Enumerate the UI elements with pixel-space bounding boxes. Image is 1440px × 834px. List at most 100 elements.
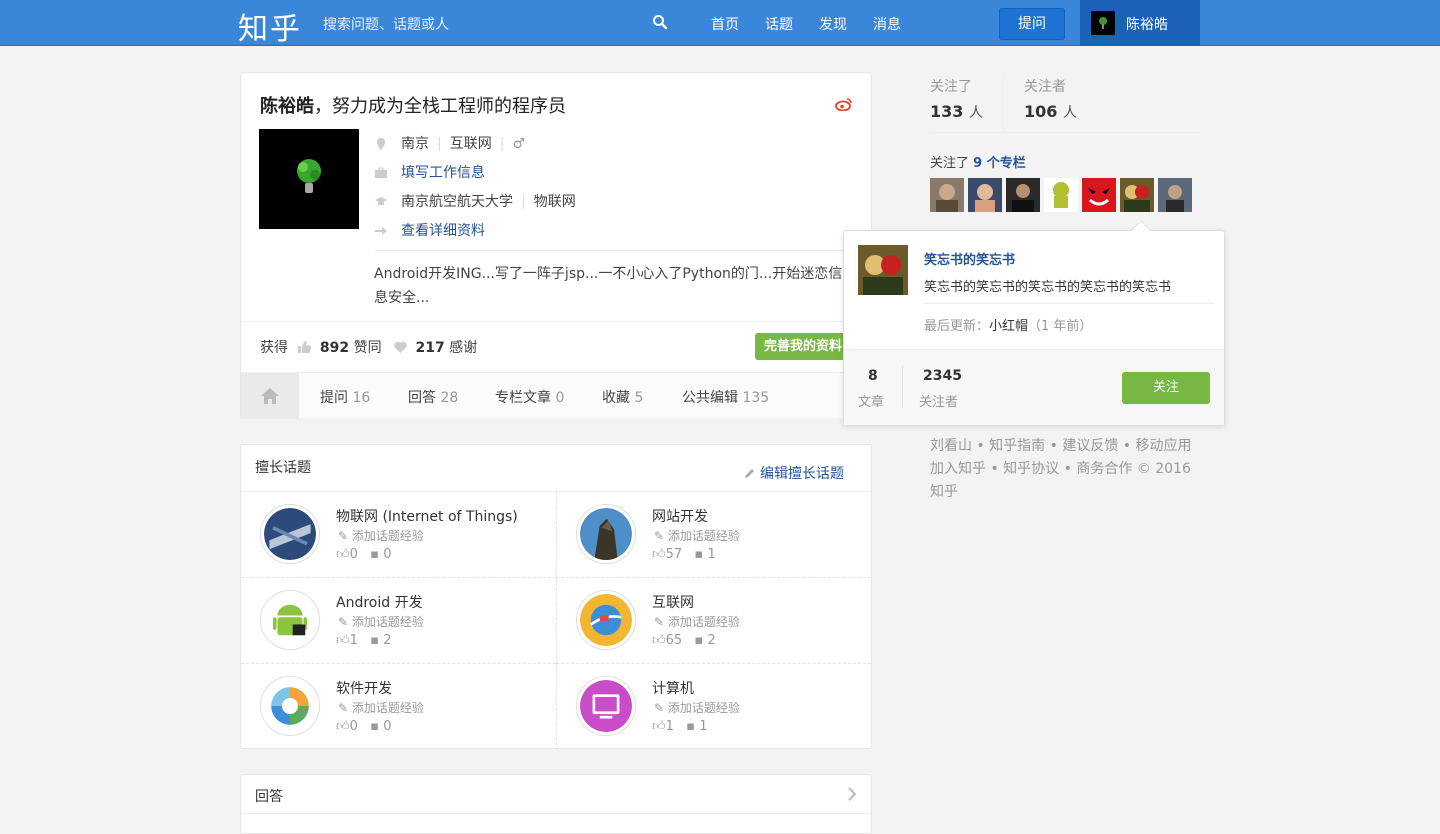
column-avatar[interactable]	[858, 245, 908, 295]
ask-button[interactable]: 提问	[999, 8, 1065, 40]
user-avatar	[1091, 11, 1115, 35]
column-avatar[interactable]	[930, 178, 964, 212]
tab-home[interactable]	[241, 373, 299, 419]
thumb-up-icon: 👍︎	[652, 547, 666, 562]
footer-link[interactable]: 刘看山	[930, 438, 972, 454]
column-avatar[interactable]	[968, 178, 1002, 212]
articles-count: 8	[868, 368, 878, 384]
location[interactable]: 南京	[401, 136, 429, 152]
column-avatar[interactable]	[1158, 178, 1192, 212]
location-icon	[377, 138, 385, 150]
topic-stats: 👍︎1 ▪ 1	[652, 719, 708, 734]
nav-home[interactable]: 首页	[711, 14, 739, 34]
follow-button[interactable]: 关注	[1122, 372, 1210, 404]
agree-count: 892	[319, 340, 350, 356]
divider	[924, 303, 1214, 304]
tab-column-articles[interactable]: 专栏文章 0	[495, 387, 564, 407]
user-menu[interactable]: 陈裕皓	[1080, 0, 1200, 46]
user-name: 陈裕皓	[1126, 17, 1168, 33]
last-update-title[interactable]: 小红帽	[989, 319, 1028, 334]
following-label[interactable]: 关注了	[930, 76, 972, 96]
footer-link[interactable]: 移动应用	[1136, 438, 1192, 454]
edit-topics-link[interactable]: 编辑擅长话题	[745, 463, 844, 483]
chevron-right-icon[interactable]	[847, 787, 857, 801]
answers-card[interactable]: 回答	[240, 774, 872, 834]
topic-stats: 👍︎57 ▪ 1	[652, 547, 716, 562]
tab-public-edits[interactable]: 公共编辑 135	[682, 387, 769, 407]
divider	[930, 132, 1200, 133]
topic-name[interactable]: 物联网 (Internet of Things)	[336, 506, 518, 526]
weibo-icon[interactable]	[835, 97, 853, 111]
graduation-cap-icon	[375, 197, 387, 205]
column-stats: 8 文章 2345 关注者 关注	[844, 349, 1224, 425]
add-experience-link[interactable]: ✎ 添加话题经验	[338, 613, 424, 630]
add-experience-link[interactable]: ✎ 添加话题经验	[338, 699, 424, 716]
search-icon[interactable]	[652, 14, 668, 30]
topics-grid: 物联网 (Internet of Things) ✎ 添加话题经验 👍︎0 ▪ …	[241, 491, 871, 750]
search-input[interactable]: 搜索问题、话题或人	[323, 14, 449, 34]
divider	[241, 813, 871, 814]
add-experience-link[interactable]: ✎ 添加话题经验	[654, 699, 740, 716]
fill-work-link[interactable]: 填写工作信息	[401, 165, 485, 181]
thumb-up-icon: 👍︎	[652, 719, 666, 734]
followers-label[interactable]: 关注者	[1024, 76, 1066, 96]
zhihu-logo[interactable]: 知乎	[238, 4, 302, 48]
complete-profile-button[interactable]: 完善我的资料	[755, 333, 851, 360]
topic-stats: 👍︎1 ▪ 2	[336, 633, 392, 648]
footer-link[interactable]: 知乎指南	[989, 438, 1045, 454]
topic-name[interactable]: Android 开发	[336, 592, 423, 612]
topic-name[interactable]: 网站开发	[652, 506, 708, 526]
school[interactable]: 南京航空航天大学	[401, 194, 513, 210]
thanks-label: 感谢	[449, 340, 478, 356]
add-experience-link[interactable]: ✎ 添加话题经验	[654, 527, 740, 544]
column-avatar[interactable]	[1044, 178, 1078, 212]
topic-computer-icon[interactable]	[577, 677, 635, 735]
topic-internet-icon[interactable]	[577, 591, 635, 649]
topic-iot-icon[interactable]	[261, 505, 319, 563]
topic-software-dev-icon[interactable]	[261, 677, 319, 735]
followers-count[interactable]: 106 人	[1024, 102, 1077, 122]
column-followers-label: 关注者	[919, 395, 959, 410]
major[interactable]: 物联网	[534, 194, 576, 210]
profile-tabs: 提问 16 回答 28 专栏文章 0 收藏 5 公共编辑 135	[241, 372, 871, 419]
column-avatar[interactable]	[1006, 178, 1040, 212]
topic-name[interactable]: 互联网	[652, 592, 694, 612]
footer-link[interactable]: 知乎协议	[1003, 461, 1059, 477]
add-experience-link[interactable]: ✎ 添加话题经验	[654, 613, 740, 630]
footer-link[interactable]: 加入知乎	[930, 461, 986, 477]
education-row: 南京航空航天大学 | 物联网	[375, 191, 576, 211]
view-detail-link[interactable]: 查看详细资料	[401, 223, 485, 239]
topic-item: Android 开发 ✎ 添加话题经验 👍︎1 ▪ 2	[241, 578, 556, 664]
tab-questions[interactable]: 提问 16	[320, 387, 370, 407]
columns-count-link[interactable]: 9 个专栏	[973, 156, 1026, 171]
industry[interactable]: 互联网	[450, 136, 492, 152]
topic-stats: 👍︎65 ▪ 2	[652, 633, 716, 648]
nav-explore[interactable]: 发现	[819, 14, 847, 34]
topic-item: 计算机 ✎ 添加话题经验 👍︎1 ▪ 1	[556, 664, 871, 750]
tab-collections[interactable]: 收藏 5	[602, 387, 643, 407]
topic-web-dev-icon[interactable]	[577, 505, 635, 563]
footer-link[interactable]: 建议反馈	[1062, 438, 1118, 454]
profile-avatar[interactable]	[259, 129, 359, 229]
work-row: 填写工作信息	[375, 162, 485, 182]
column-followers-count: 2345	[923, 368, 962, 384]
column-avatar[interactable]	[1082, 178, 1116, 212]
tab-answers[interactable]: 回答 28	[408, 387, 458, 407]
topic-name[interactable]: 计算机	[652, 678, 694, 698]
footer-link[interactable]: 商务合作	[1076, 461, 1132, 477]
column-avatar[interactable]	[1120, 178, 1154, 212]
nav-topics[interactable]: 话题	[765, 14, 793, 34]
following-count[interactable]: 133 人	[930, 102, 983, 122]
thumb-up-icon: 👍︎	[652, 633, 666, 648]
nav-messages[interactable]: 消息	[873, 14, 901, 34]
column-title[interactable]: 笑忘书的笑忘书	[924, 249, 1015, 268]
profile-title: 陈裕皓，努力成为全栈工程师的程序员	[260, 92, 566, 118]
topic-item: 互联网 ✎ 添加话题经验 👍︎65 ▪ 2	[556, 578, 871, 664]
add-experience-link[interactable]: ✎ 添加话题经验	[338, 527, 424, 544]
profile-bio: Android开发ING...写了一阵子jsp...一不小心入了Python的门…	[374, 266, 843, 306]
divider	[241, 321, 871, 322]
footer: 刘看山 • 知乎指南 • 建议反馈 • 移动应用 加入知乎 • 知乎协议 • 商…	[930, 438, 1192, 500]
comment-icon: ▪	[686, 719, 696, 734]
topic-android-icon[interactable]	[261, 591, 319, 649]
topic-name[interactable]: 软件开发	[336, 678, 392, 698]
